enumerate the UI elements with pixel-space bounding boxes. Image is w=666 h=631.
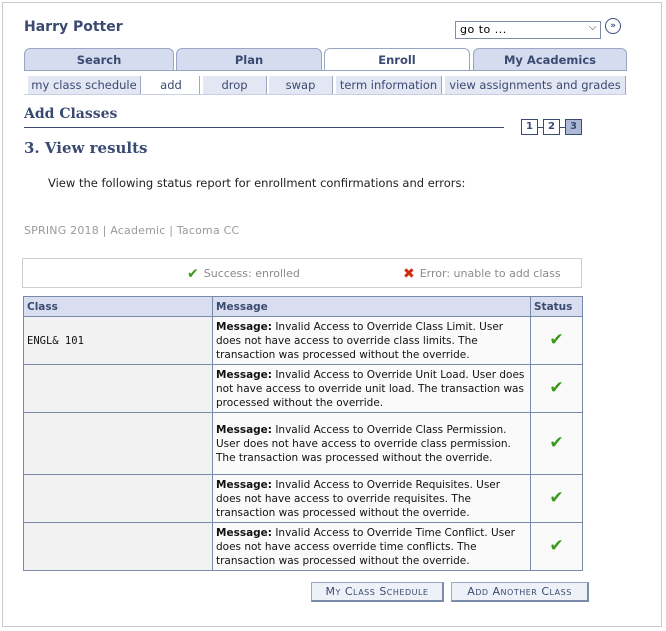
message-prefix: Message: (216, 478, 272, 491)
table-row: Message: Invalid Access to Override Time… (23, 522, 583, 571)
tab-enroll[interactable]: Enroll (324, 48, 470, 70)
class-cell (23, 364, 213, 413)
message-cell: Message: Invalid Access to Override Unit… (212, 364, 531, 413)
tab-search[interactable]: Search (24, 48, 174, 70)
legend-error: ✖ Error: unable to add class (403, 266, 561, 282)
table-row: Message: Invalid Access to Override Requ… (23, 474, 583, 523)
class-cell: ENGL& 101 (23, 316, 213, 365)
legend-success: ✔ Success: enrolled (187, 266, 300, 282)
column-header-message: Message (212, 296, 531, 317)
step-title: 3. View results (24, 139, 148, 157)
checkmark-icon: ✔ (187, 266, 199, 282)
step-3-indicator: 3 (565, 119, 582, 135)
section-rule (24, 127, 504, 128)
checkmark-icon: ✔ (549, 432, 564, 453)
message-cell: Message: Invalid Access to Override Time… (212, 522, 531, 571)
tab-divider (24, 70, 627, 71)
checkmark-icon: ✔ (549, 377, 564, 398)
column-header-class: Class (23, 296, 213, 317)
status-cell: ✔ (530, 364, 583, 413)
class-cell (23, 412, 213, 475)
tab-plan[interactable]: Plan (176, 48, 322, 70)
checkmark-icon: ✔ (549, 535, 564, 556)
status-cell: ✔ (530, 474, 583, 523)
goto-select[interactable]: go to ... ⌵ (455, 21, 601, 39)
user-name: Harry Potter (24, 19, 123, 35)
subtab-swap[interactable]: swap (269, 76, 333, 94)
subtab-add[interactable]: add (143, 76, 200, 94)
status-cell: ✔ (530, 316, 583, 365)
chevron-down-icon: ⌵ (588, 22, 597, 33)
legend-success-label: Success: enrolled (203, 267, 300, 280)
enrollment-results-table: Class Message Status ENGL& 101 Message: … (23, 296, 583, 571)
status-legend: ✔ Success: enrolled ✖ Error: unable to add… (22, 258, 582, 288)
class-cell (23, 522, 213, 571)
table-row: Message: Invalid Access to Override Unit… (23, 364, 583, 413)
message-prefix: Message: (216, 320, 272, 333)
subtab-drop[interactable]: drop (203, 76, 267, 94)
message-prefix: Message: (216, 526, 272, 539)
message-cell: Message: Invalid Access to Override Clas… (212, 412, 531, 475)
error-x-icon: ✖ (403, 266, 415, 282)
legend-error-label: Error: unable to add class (419, 267, 561, 280)
table-header-row: Class Message Status (23, 296, 583, 317)
table-row: Message: Invalid Access to Override Clas… (23, 412, 583, 475)
add-another-class-button[interactable]: Add Another Class (451, 582, 589, 602)
message-cell: Message: Invalid Access to Override Clas… (212, 316, 531, 365)
table-row: ENGL& 101 Message: Invalid Access to Ove… (23, 316, 583, 365)
subtab-term-information[interactable]: term information (336, 76, 442, 94)
message-prefix: Message: (216, 423, 272, 436)
instructions-text: View the following status report for enr… (48, 176, 466, 190)
go-button-icon[interactable]: » (605, 18, 621, 34)
term-info: SPRING 2018 | Academic | Tacoma CC (24, 224, 240, 237)
goto-placeholder: go to ... (460, 23, 507, 36)
status-cell: ✔ (530, 522, 583, 571)
step-2-indicator: 2 (543, 119, 560, 135)
subtab-view-assignments-grades[interactable]: view assignments and grades (445, 76, 626, 94)
message-prefix: Message: (216, 368, 272, 381)
section-title: Add Classes (24, 106, 118, 122)
class-cell (23, 474, 213, 523)
my-class-schedule-button[interactable]: My Class Schedule (311, 582, 444, 602)
message-cell: Message: Invalid Access to Override Requ… (212, 474, 531, 523)
subtab-my-class-schedule[interactable]: my class schedule (28, 76, 141, 94)
step-1-indicator: 1 (521, 119, 538, 135)
subtab-divider (24, 94, 627, 95)
status-cell: ✔ (530, 412, 583, 475)
checkmark-icon: ✔ (549, 487, 564, 508)
column-header-status: Status (530, 296, 583, 317)
tab-my-academics[interactable]: My Academics (473, 48, 627, 70)
checkmark-icon: ✔ (549, 329, 564, 350)
